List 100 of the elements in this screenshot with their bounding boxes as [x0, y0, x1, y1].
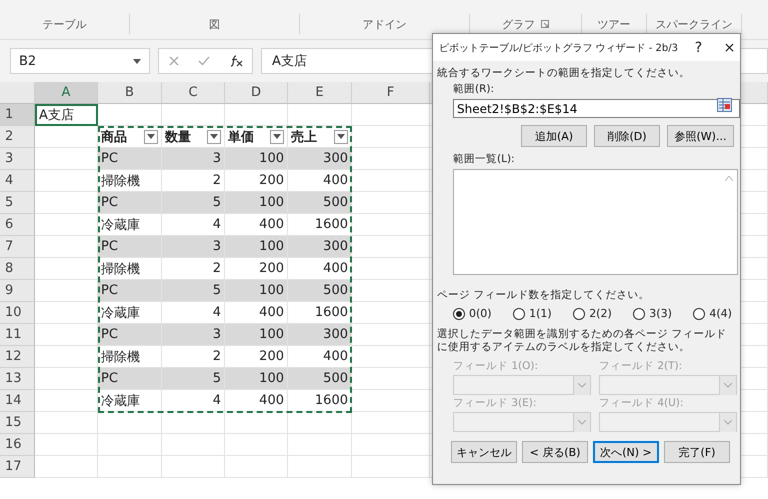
- empty-cell[interactable]: [98, 434, 162, 456]
- column-header[interactable]: B: [98, 82, 162, 104]
- filter-button[interactable]: [207, 130, 221, 144]
- page-field-prompt: ページ フィールド数を指定してください。: [437, 289, 650, 302]
- empty-cell[interactable]: [225, 434, 288, 456]
- range-action-button[interactable]: 参照(W)...: [667, 125, 734, 147]
- page-count-radio[interactable]: 0(0): [453, 307, 492, 320]
- field-combo[interactable]: [599, 412, 737, 432]
- empty-cell[interactable]: [162, 412, 225, 434]
- row-header[interactable]: 4: [0, 170, 35, 192]
- table-cell: 掃除機: [98, 170, 162, 192]
- active-cell[interactable]: A支店: [35, 104, 98, 126]
- filter-button[interactable]: [144, 130, 158, 144]
- page-count-radio[interactable]: 2(2): [573, 307, 612, 320]
- list-label: 範囲一覧(L):: [452, 153, 515, 166]
- range-label: 範囲(R):: [452, 83, 494, 96]
- empty-cell[interactable]: [225, 412, 288, 434]
- table-cell: 400: [288, 346, 352, 368]
- page-count-radio[interactable]: 1(1): [513, 307, 552, 320]
- dialog-launcher-icon[interactable]: [541, 20, 549, 28]
- range-picker-icon[interactable]: [717, 98, 732, 112]
- table-cell: 冷蔵庫: [98, 214, 162, 236]
- radio-dot[interactable]: [453, 308, 465, 320]
- filter-button[interactable]: [334, 130, 348, 144]
- radio-dot[interactable]: [573, 308, 586, 320]
- row-header[interactable]: 16: [0, 434, 35, 456]
- scroll-up-icon[interactable]: [725, 176, 733, 181]
- row-header[interactable]: 11: [0, 324, 35, 346]
- wizard-button[interactable]: 次へ(N) >: [593, 441, 659, 463]
- table-cell: 100: [225, 192, 288, 214]
- function-icon[interactable]: [228, 55, 242, 67]
- field-combo[interactable]: [453, 412, 591, 432]
- empty-cell[interactable]: [98, 412, 162, 434]
- table-cell: 100: [225, 148, 288, 170]
- close-button[interactable]: ×: [718, 34, 740, 61]
- empty-cell[interactable]: [352, 412, 430, 434]
- range-field[interactable]: Sheet2!$B$2:$E$14: [453, 99, 740, 118]
- page-count-radio[interactable]: 3(3): [633, 307, 672, 320]
- column-header[interactable]: C: [162, 82, 225, 104]
- table-cell: 200: [225, 170, 288, 192]
- wizard-button[interactable]: キャンセル: [451, 441, 517, 463]
- help-button[interactable]: ?: [688, 34, 709, 61]
- field-combo[interactable]: [599, 375, 737, 395]
- empty-cell[interactable]: [288, 412, 352, 434]
- column-header[interactable]: D: [225, 82, 288, 104]
- field-combo[interactable]: [453, 375, 591, 395]
- table-cell: 100: [225, 324, 288, 346]
- radio-dot[interactable]: [693, 308, 706, 320]
- row-header[interactable]: 12: [0, 346, 35, 368]
- row-header[interactable]: 9: [0, 280, 35, 302]
- row-header[interactable]: 6: [0, 214, 35, 236]
- radio-dot[interactable]: [633, 308, 646, 320]
- table-cell: 100: [225, 236, 288, 258]
- empty-cell[interactable]: [162, 434, 225, 456]
- row-header[interactable]: 8: [0, 258, 35, 280]
- row-header[interactable]: 5: [0, 192, 35, 214]
- row-header[interactable]: 7: [0, 236, 35, 258]
- row-header[interactable]: 10: [0, 302, 35, 324]
- table-cell: 4: [162, 390, 225, 412]
- row-header[interactable]: 14: [0, 390, 35, 412]
- empty-cell[interactable]: [288, 456, 352, 478]
- empty-cell[interactable]: [98, 456, 162, 478]
- row-header[interactable]: 13: [0, 368, 35, 390]
- row-header[interactable]: 2: [0, 126, 35, 148]
- empty-cell[interactable]: [352, 456, 430, 478]
- empty-cell[interactable]: [225, 456, 288, 478]
- row-header[interactable]: 17: [0, 456, 35, 478]
- cancel-icon[interactable]: [168, 56, 178, 66]
- caret-icon: [337, 134, 345, 139]
- page-count-radio[interactable]: 4(4): [693, 307, 732, 320]
- select-all-corner[interactable]: [0, 82, 35, 104]
- empty-cell[interactable]: [162, 456, 225, 478]
- check-icon[interactable]: [198, 56, 210, 66]
- range-list[interactable]: [453, 169, 738, 275]
- table-cell: 400: [288, 170, 352, 192]
- chevron-down-icon: [578, 383, 586, 388]
- row-header[interactable]: 3: [0, 148, 35, 170]
- range-action-button[interactable]: 追加(A): [521, 125, 587, 147]
- chevron-down-icon: [578, 420, 586, 425]
- radio-dot[interactable]: [513, 308, 526, 320]
- range-action-button[interactable]: 削除(D): [594, 125, 660, 147]
- wizard-button[interactable]: < 戻る(B): [522, 441, 588, 463]
- field-label: フィールド 2(T):: [599, 360, 682, 373]
- row-header[interactable]: 15: [0, 412, 35, 434]
- wizard-button[interactable]: 完了(F): [664, 441, 730, 463]
- filter-button[interactable]: [270, 130, 284, 144]
- column-header[interactable]: F: [352, 82, 430, 104]
- empty-cell[interactable]: [352, 104, 430, 126]
- column-header[interactable]: A: [35, 82, 98, 104]
- table-cell: 100: [225, 368, 288, 390]
- empty-cell[interactable]: [352, 434, 430, 456]
- table-cell: 掃除機: [98, 346, 162, 368]
- empty-cell[interactable]: [288, 434, 352, 456]
- row-header[interactable]: 1: [0, 104, 35, 126]
- name-box[interactable]: B2: [10, 48, 150, 74]
- ribbon-group-label: 図: [209, 16, 220, 32]
- column-header[interactable]: E: [288, 82, 352, 104]
- table-cell: 400: [225, 390, 288, 412]
- chevron-down-icon: [724, 383, 732, 388]
- table-cell: 300: [288, 236, 352, 258]
